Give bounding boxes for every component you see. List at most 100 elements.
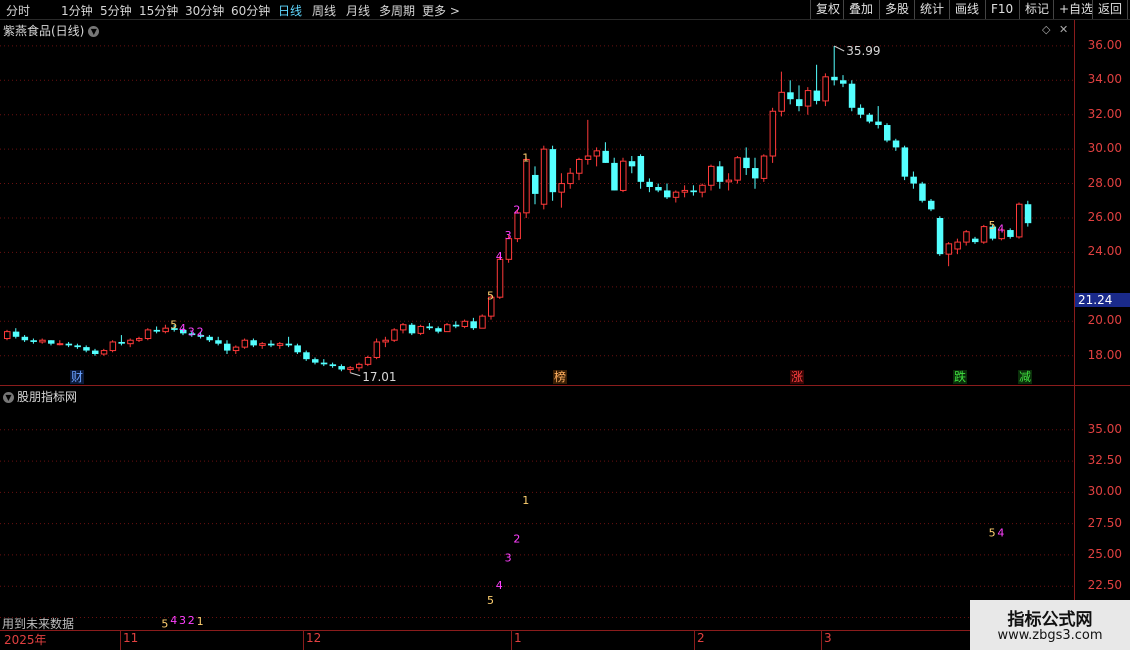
candle[interactable]: [232, 345, 240, 355]
candle[interactable]: [426, 323, 433, 330]
candle[interactable]: [637, 154, 645, 189]
candle[interactable]: [628, 156, 636, 174]
candle[interactable]: [268, 340, 275, 348]
candle[interactable]: [39, 338, 46, 344]
candle[interactable]: [910, 171, 917, 189]
candle[interactable]: [241, 338, 249, 349]
candle[interactable]: [831, 45, 838, 86]
period-tab-daily[interactable]: 日线: [278, 2, 302, 19]
candle[interactable]: [558, 173, 565, 208]
candle[interactable]: [1024, 200, 1032, 227]
candle[interactable]: [972, 236, 979, 244]
candle[interactable]: [787, 80, 794, 105]
candle[interactable]: [523, 157, 530, 218]
period-tab-15min[interactable]: 15分钟: [139, 2, 178, 19]
candle[interactable]: [540, 145, 548, 210]
candle[interactable]: [479, 314, 486, 329]
candle[interactable]: [620, 157, 627, 193]
badge-fall[interactable]: 跌: [953, 370, 968, 384]
back-button[interactable]: 返回: [1092, 0, 1129, 19]
candle[interactable]: [681, 185, 689, 198]
candle[interactable]: [672, 190, 680, 203]
candle[interactable]: [936, 216, 944, 256]
candle[interactable]: [760, 154, 768, 182]
candle[interactable]: [690, 185, 697, 196]
candle[interactable]: [901, 145, 909, 181]
candle[interactable]: [144, 328, 152, 341]
candle[interactable]: [804, 87, 812, 115]
indicator-chart[interactable]: 5 4 3 2 1543215 4: [0, 386, 1074, 630]
candle[interactable]: [400, 323, 407, 334]
candle[interactable]: [276, 341, 284, 349]
candle[interactable]: [919, 181, 926, 203]
candle[interactable]: [100, 348, 108, 356]
candle[interactable]: [294, 343, 301, 355]
period-tab-monthly[interactable]: 月线: [346, 2, 370, 19]
candle[interactable]: [250, 338, 257, 348]
candle[interactable]: [593, 147, 601, 167]
candle[interactable]: [646, 178, 653, 193]
candle[interactable]: [840, 75, 847, 88]
candle[interactable]: [1007, 228, 1014, 239]
candle[interactable]: [963, 230, 970, 246]
candle[interactable]: [382, 336, 389, 348]
candle[interactable]: [848, 80, 856, 112]
candle[interactable]: [136, 336, 143, 342]
candle[interactable]: [65, 341, 73, 348]
period-tab-timeshare[interactable]: 分时: [6, 2, 30, 19]
candle[interactable]: [549, 145, 557, 201]
candle[interactable]: [259, 341, 266, 349]
candle[interactable]: [699, 183, 706, 198]
candle[interactable]: [532, 166, 539, 205]
candle[interactable]: [21, 335, 29, 342]
multi-stock-button[interactable]: 多股: [879, 0, 914, 19]
candle[interactable]: [1016, 202, 1023, 239]
candle[interactable]: [778, 71, 785, 117]
candle[interactable]: [769, 107, 777, 163]
candle[interactable]: [664, 183, 671, 200]
candle[interactable]: [980, 224, 988, 244]
candle[interactable]: [356, 362, 363, 372]
candle[interactable]: [452, 321, 460, 329]
candle[interactable]: [655, 183, 662, 193]
candle[interactable]: [4, 329, 11, 341]
candle[interactable]: [470, 317, 477, 330]
period-tab-weekly[interactable]: 周线: [312, 2, 336, 19]
candle[interactable]: [734, 156, 741, 184]
candle[interactable]: [892, 138, 900, 151]
candle[interactable]: [118, 335, 125, 346]
candle[interactable]: [716, 161, 724, 189]
candle[interactable]: [109, 340, 117, 353]
candle[interactable]: [752, 157, 759, 189]
candle[interactable]: [338, 364, 345, 372]
mark-button[interactable]: 标记: [1019, 0, 1054, 19]
candle[interactable]: [83, 345, 90, 353]
candle[interactable]: [417, 324, 425, 336]
candle[interactable]: [584, 119, 592, 165]
candle[interactable]: [329, 362, 337, 368]
candlestick-chart[interactable]: 35.9917.015 4 3 2543215 4: [0, 20, 1074, 385]
candle[interactable]: [796, 85, 803, 112]
candle[interactable]: [822, 73, 829, 107]
candle[interactable]: [725, 173, 733, 191]
candle[interactable]: [48, 340, 55, 346]
period-tab-multi[interactable]: 多周期: [379, 2, 415, 19]
more-menu[interactable]: 更多 >: [422, 2, 460, 19]
candle[interactable]: [857, 104, 865, 119]
period-tab-1min[interactable]: 1分钟: [61, 2, 93, 19]
candle[interactable]: [954, 238, 961, 255]
candle[interactable]: [567, 168, 574, 189]
candle[interactable]: [813, 64, 821, 105]
draw-line-button[interactable]: 画线: [949, 0, 984, 19]
candle[interactable]: [347, 366, 354, 373]
candle[interactable]: [162, 324, 169, 334]
candle[interactable]: [408, 323, 416, 336]
candle[interactable]: [224, 340, 231, 355]
candle[interactable]: [928, 199, 935, 212]
candle[interactable]: [285, 336, 293, 348]
candle[interactable]: [153, 326, 161, 334]
candle[interactable]: [708, 164, 715, 191]
candle[interactable]: [444, 323, 451, 333]
candle[interactable]: [611, 157, 618, 191]
candle[interactable]: [127, 338, 134, 348]
